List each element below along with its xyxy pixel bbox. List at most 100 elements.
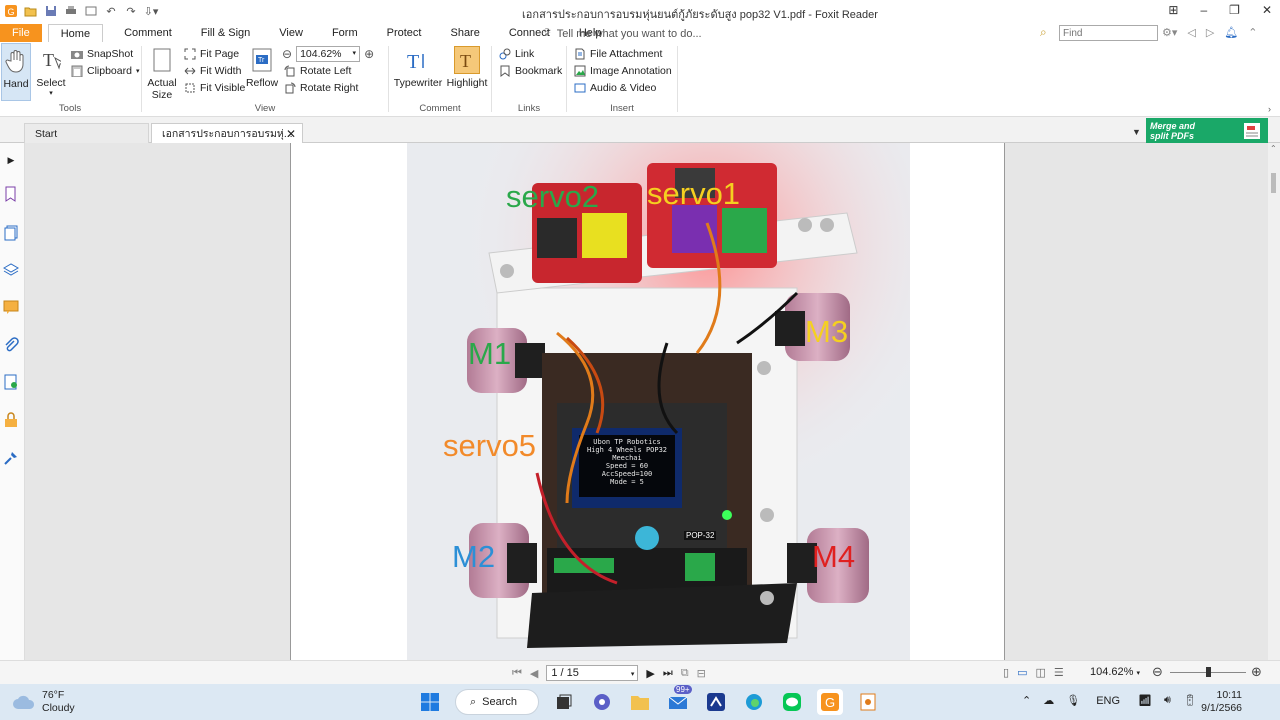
facing-page-icon[interactable]: ◫ (1035, 666, 1045, 679)
merge-split-banner[interactable]: Merge and split PDFs (1146, 118, 1268, 144)
find-options-icon[interactable]: ⌕ (1040, 25, 1047, 40)
first-page-icon[interactable]: ⏮ (512, 667, 522, 680)
security-tools-icon[interactable] (2, 449, 20, 467)
layout-icon[interactable]: ⊞ (1168, 3, 1178, 17)
zoom-out-icon[interactable]: ⊖ (282, 47, 292, 61)
link-icon (499, 48, 511, 60)
last-page-icon[interactable]: ⏭ (663, 667, 673, 680)
find-input[interactable] (1059, 25, 1158, 41)
actual-size-button[interactable]: Actual Size (147, 46, 177, 101)
scrollbar-thumb[interactable] (1271, 173, 1276, 193)
battery-icon[interactable]: 🔋︎ (1183, 694, 1197, 707)
bell-icon[interactable]: 🔔︎ (1224, 26, 1238, 39)
comments-icon[interactable] (2, 298, 20, 316)
mail-icon[interactable]: 99+ (665, 685, 692, 715)
select-button[interactable]: T Select ▾ (36, 46, 66, 97)
tab-share[interactable]: Share (442, 24, 487, 42)
close-tab-icon[interactable]: ✕ (286, 124, 296, 144)
tab-view[interactable]: View (271, 24, 311, 42)
group-label-tools: Tools (58, 103, 82, 114)
dropdown-arrow-icon[interactable]: ▼ (1132, 127, 1141, 137)
expand-panel-icon[interactable]: ▶ (2, 151, 20, 169)
onedrive-icon[interactable]: ☁ (1043, 694, 1054, 707)
close-button[interactable]: ✕ (1262, 3, 1272, 17)
scroll-up-icon[interactable]: ⌃ (1270, 144, 1277, 153)
layers-icon[interactable] (2, 261, 20, 279)
page-number-input[interactable]: 1 / 15 ▾ (546, 665, 639, 681)
signatures-icon[interactable] (2, 373, 20, 391)
task-view-icon[interactable] (551, 689, 577, 715)
tab-document[interactable]: เอกสารประกอบการอบรมหุ่... ✕ (151, 123, 303, 143)
continuous-page-icon[interactable]: ▭ (1017, 666, 1027, 679)
zoom-in-button[interactable]: ⊕ (1251, 664, 1262, 680)
rotate-right-button[interactable]: Rotate Right (284, 82, 358, 94)
foxit-reader-icon[interactable]: G (817, 689, 843, 715)
microphone-icon[interactable]: 🎙︎ (1066, 694, 1080, 707)
hand-button[interactable]: Hand (1, 43, 31, 101)
audio-video-button[interactable]: Audio & Video (574, 82, 656, 94)
zoom-out-button[interactable]: ⊖ (1152, 664, 1163, 680)
weather-widget[interactable]: 76°F Cloudy (12, 689, 75, 715)
continuous-facing-icon[interactable]: ☰ (1054, 666, 1064, 679)
pages-icon[interactable] (2, 224, 20, 242)
volume-icon[interactable]: 🔊︎ (1164, 694, 1171, 707)
tell-me-box[interactable]: 💡︎ Tell me what you want to do... (543, 27, 702, 40)
collapse-ribbon-icon[interactable]: ⌃ (1248, 26, 1257, 39)
clipboard-button[interactable]: Clipboard ▾ (71, 65, 139, 78)
vertical-scrollbar[interactable]: ⌃ (1268, 143, 1280, 660)
tab-fill-sign[interactable]: Fill & Sign (193, 24, 259, 42)
zoom-slider-thumb[interactable] (1206, 667, 1211, 677)
oled-display: Ubon TP Robotics High 4 Wheels POP32 Mee… (586, 438, 668, 486)
ribbon-expand-icon[interactable]: › (1268, 104, 1271, 114)
reflow-button[interactable]: Tr Reflow (246, 46, 278, 89)
forward-icon[interactable]: ▷ (1206, 26, 1214, 39)
settings-icon[interactable]: ⚙▾ (1162, 26, 1177, 39)
fit-visible-button[interactable]: Fit Visible (184, 82, 245, 94)
split-view-icon[interactable]: ⊟ (697, 667, 706, 680)
attachments-icon[interactable] (2, 336, 20, 354)
windows-start-icon[interactable] (417, 689, 443, 715)
next-page-icon[interactable]: ▶ (646, 667, 654, 680)
zoom-in-icon[interactable]: ⊕ (364, 47, 374, 61)
typewriter-button[interactable]: T Typewriter (394, 46, 442, 89)
fit-page-button[interactable]: Fit Page (184, 48, 239, 60)
edge-icon[interactable] (741, 689, 767, 715)
file-attachment-button[interactable]: File Attachment (574, 48, 662, 60)
divider (677, 46, 678, 112)
lock-icon[interactable] (2, 411, 20, 429)
back-icon[interactable]: ◁ (1187, 26, 1195, 39)
taskbar-search[interactable]: ⌕ Search (455, 689, 539, 715)
language-indicator[interactable]: ENG (1096, 695, 1120, 707)
minimize-button[interactable]: – (1200, 3, 1207, 17)
tab-home[interactable]: Home (47, 23, 104, 43)
maximize-button[interactable]: ❐ (1229, 3, 1240, 17)
snapshot-button[interactable]: SnapShot (71, 48, 133, 60)
export-page-icon[interactable]: ⧉ (681, 667, 689, 680)
document-view[interactable]: Ubon TP Robotics High 4 Wheels POP32 Mee… (25, 143, 1268, 660)
status-zoom-value[interactable]: 104.62% ▾ (1090, 666, 1140, 678)
wifi-icon[interactable]: 📶︎ (1138, 694, 1152, 707)
rotate-left-button[interactable]: Rotate Left (284, 65, 351, 77)
fit-width-button[interactable]: Fit Width (184, 65, 241, 77)
bookmark-button[interactable]: Bookmark (499, 65, 562, 77)
link-button[interactable]: Link (499, 48, 534, 60)
prev-page-icon[interactable]: ◀ (530, 667, 538, 680)
tab-form[interactable]: Form (324, 24, 366, 42)
highlight-button[interactable]: T Highlight (447, 46, 487, 89)
clock[interactable]: 10:11 9/1/2566 (1200, 689, 1242, 715)
image-annotation-button[interactable]: Image Annotation (574, 65, 672, 77)
tab-protect[interactable]: Protect (379, 24, 430, 42)
line-icon[interactable] (779, 689, 805, 715)
tab-file[interactable]: File (0, 24, 42, 42)
show-hidden-icons[interactable]: ⌃ (1022, 694, 1031, 707)
bookmarks-icon[interactable] (2, 185, 20, 203)
chat-icon[interactable] (589, 689, 615, 715)
single-page-icon[interactable]: ▯ (1003, 666, 1009, 679)
tab-start[interactable]: Start (24, 123, 149, 143)
pdf-app-icon[interactable] (855, 689, 881, 715)
visual-studio-icon[interactable] (703, 689, 729, 715)
file-explorer-icon[interactable] (627, 689, 653, 715)
navigation-panel: ▶ (0, 143, 25, 660)
tab-comment[interactable]: Comment (116, 24, 180, 42)
zoom-select[interactable]: 104.62% ▾ (296, 46, 361, 62)
